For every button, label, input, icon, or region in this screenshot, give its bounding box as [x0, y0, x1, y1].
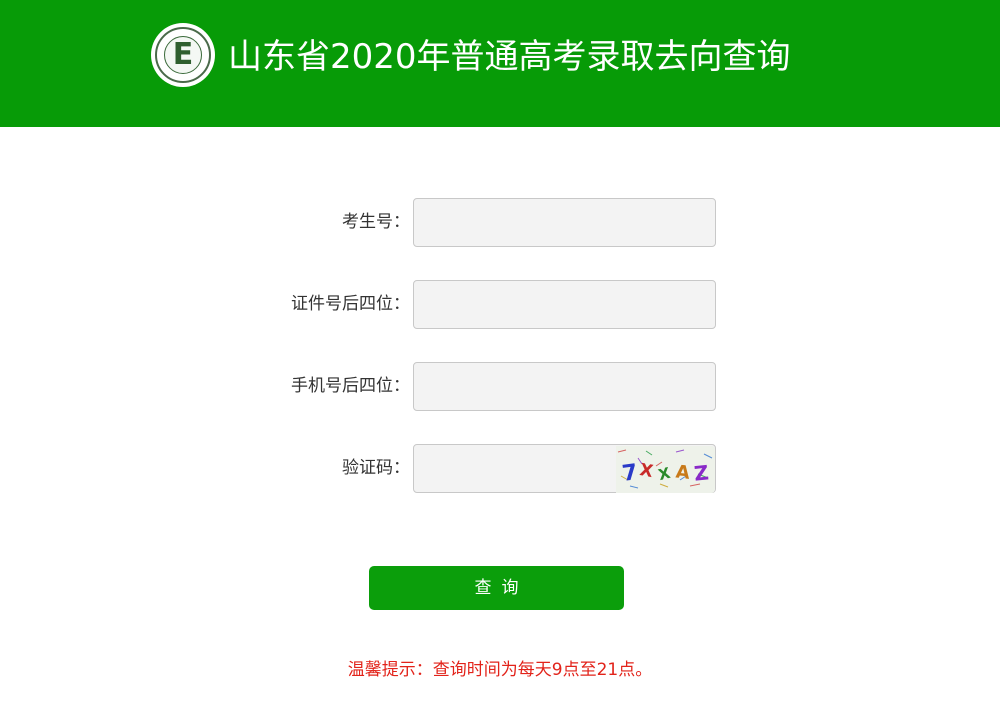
id-last-four-input[interactable]: [413, 280, 716, 329]
captcha-image[interactable]: 7 X X A Z: [616, 446, 715, 493]
logo-letter: E: [172, 37, 194, 72]
query-time-notice: 温馨提示：查询时间为每天9点至21点。: [347, 660, 653, 680]
phone-last-four-input[interactable]: [413, 362, 716, 411]
query-button[interactable]: 查询: [369, 566, 624, 610]
captcha-label: 验证码：: [342, 458, 410, 478]
exam-authority-logo-icon: E: [151, 23, 215, 87]
captcha-char-4: A: [675, 461, 691, 483]
page-header: E 山东省2020年普通高考录取去向查询: [0, 0, 1000, 127]
candidate-number-label: 考生号：: [342, 212, 410, 232]
page-title: 山东省2020年普通高考录取去向查询: [228, 37, 791, 77]
id-last-four-label: 证件号后四位：: [291, 294, 410, 314]
phone-last-four-label: 手机号后四位：: [291, 376, 410, 396]
captcha-char-5: Z: [693, 460, 710, 485]
candidate-number-input[interactable]: [413, 198, 716, 247]
captcha-graphic: 7 X X A Z: [616, 446, 715, 493]
